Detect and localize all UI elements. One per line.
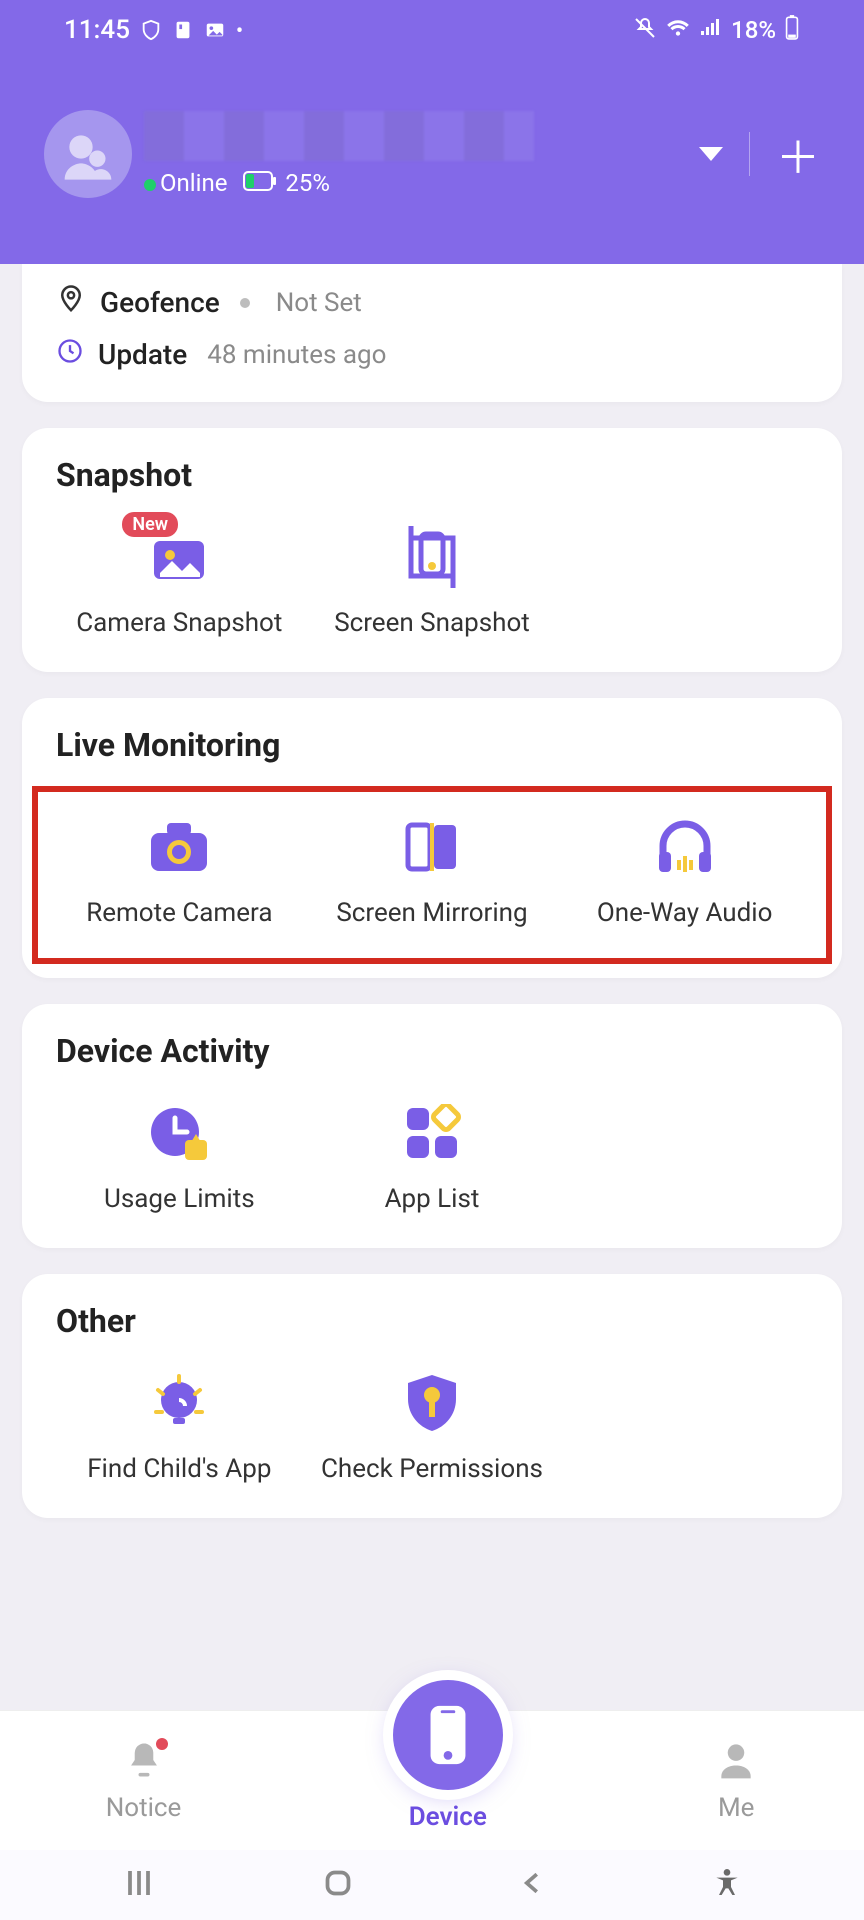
recent-apps-icon[interactable] xyxy=(121,1865,157,1905)
person-icon xyxy=(714,1738,758,1789)
lightbulb-icon xyxy=(148,1372,210,1434)
live-title: Live Monitoring xyxy=(56,726,808,764)
apps-icon xyxy=(403,1104,461,1162)
one-way-audio-tile[interactable]: One-Way Audio xyxy=(561,806,808,938)
geofence-row[interactable]: Geofence Not Set xyxy=(56,276,808,329)
find-child-app-tile[interactable]: Find Child's App xyxy=(56,1362,303,1494)
sd-card-icon xyxy=(172,19,194,41)
dropdown-icon[interactable] xyxy=(699,147,723,161)
divider xyxy=(749,132,750,176)
headphones-icon xyxy=(653,820,717,874)
crop-phone-icon xyxy=(403,524,461,590)
camera-snapshot-tile[interactable]: New Camera Snapshot xyxy=(56,516,303,648)
remote-camera-tile[interactable]: Remote Camera xyxy=(56,806,303,938)
location-pin-icon xyxy=(56,284,86,321)
live-highlight: Remote Camera Screen Mirroring One-Way A… xyxy=(32,786,832,964)
update-label: Update xyxy=(98,338,187,371)
screen-mirroring-tile[interactable]: Screen Mirroring xyxy=(309,806,556,938)
status-bar: 11:45 • 18% xyxy=(24,0,840,60)
battery-small-icon xyxy=(243,169,277,197)
update-value: 48 minutes ago xyxy=(207,340,386,370)
wifi-icon xyxy=(665,14,691,46)
more-dot-icon: • xyxy=(236,18,243,42)
other-card: Other Find Child's App Check Permissions xyxy=(22,1274,842,1518)
back-icon[interactable] xyxy=(518,1865,548,1905)
app-header: 11:45 • 18% xyxy=(0,0,864,264)
battery-icon xyxy=(784,14,800,46)
usage-limits-label: Usage Limits xyxy=(104,1184,255,1214)
clock-icon xyxy=(56,337,84,372)
nav-me[interactable]: Me xyxy=(714,1738,758,1823)
android-nav-bar xyxy=(0,1850,864,1920)
screen-mirroring-label: Screen Mirroring xyxy=(336,898,527,928)
status-battery: 18% xyxy=(731,16,776,44)
screen-snapshot-label: Screen Snapshot xyxy=(334,608,530,638)
photo-icon xyxy=(148,531,210,583)
shield-icon xyxy=(140,19,162,41)
dot-icon xyxy=(240,298,250,308)
usage-limits-tile[interactable]: Usage Limits xyxy=(56,1092,303,1224)
camera-snapshot-label: Camera Snapshot xyxy=(76,608,282,638)
camera-icon xyxy=(147,821,211,873)
bell-icon xyxy=(122,1738,166,1789)
screen-snapshot-tile[interactable]: Screen Snapshot xyxy=(309,516,556,648)
signal-icon xyxy=(699,15,723,45)
accessibility-icon[interactable] xyxy=(711,1867,743,1903)
check-permissions-label: Check Permissions xyxy=(321,1454,543,1484)
device-activity-card: Device Activity Usage Limits App List xyxy=(22,1004,842,1248)
online-dot-icon xyxy=(144,179,156,191)
profile-row: Online 25% ＋ xyxy=(24,110,840,198)
update-row[interactable]: Update 48 minutes ago xyxy=(56,329,808,380)
mirror-icon xyxy=(400,821,464,873)
snapshot-title: Snapshot xyxy=(56,456,808,494)
nav-notice-label: Notice xyxy=(106,1793,182,1823)
status-time: 11:45 xyxy=(64,15,130,45)
app-list-tile[interactable]: App List xyxy=(309,1092,556,1224)
activity-title: Device Activity xyxy=(56,1032,808,1070)
nav-me-label: Me xyxy=(718,1793,755,1823)
device-battery: 25% xyxy=(285,169,330,197)
add-button[interactable]: ＋ xyxy=(776,122,820,186)
vibrate-icon xyxy=(633,15,657,45)
snapshot-card: Snapshot New Camera Snapshot Screen Snap… xyxy=(22,428,842,672)
bottom-nav: Notice Device Me xyxy=(0,1710,864,1850)
geofence-value: Not Set xyxy=(276,288,362,318)
avatar[interactable] xyxy=(44,110,132,198)
clock-lock-icon xyxy=(147,1104,211,1162)
find-child-app-label: Find Child's App xyxy=(87,1454,271,1484)
other-title: Other xyxy=(56,1302,808,1340)
live-monitoring-card: Live Monitoring Remote Camera Screen Mir… xyxy=(22,698,842,978)
nav-device-label: Device xyxy=(409,1802,487,1832)
profile-name-redacted xyxy=(144,111,534,161)
shield-key-icon xyxy=(404,1373,460,1433)
info-card: Geofence Not Set Update 48 minutes ago xyxy=(22,264,842,402)
nav-notice[interactable]: Notice xyxy=(106,1738,182,1823)
online-label: Online xyxy=(160,169,227,197)
app-list-label: App List xyxy=(385,1184,480,1214)
remote-camera-label: Remote Camera xyxy=(86,898,272,928)
new-badge: New xyxy=(122,512,178,537)
geofence-label: Geofence xyxy=(100,286,220,319)
nav-device[interactable]: Device xyxy=(393,1730,503,1832)
image-icon xyxy=(204,19,226,41)
one-way-audio-label: One-Way Audio xyxy=(597,898,773,928)
home-icon[interactable] xyxy=(320,1865,356,1905)
check-permissions-tile[interactable]: Check Permissions xyxy=(309,1362,556,1494)
phone-icon xyxy=(393,1680,503,1790)
